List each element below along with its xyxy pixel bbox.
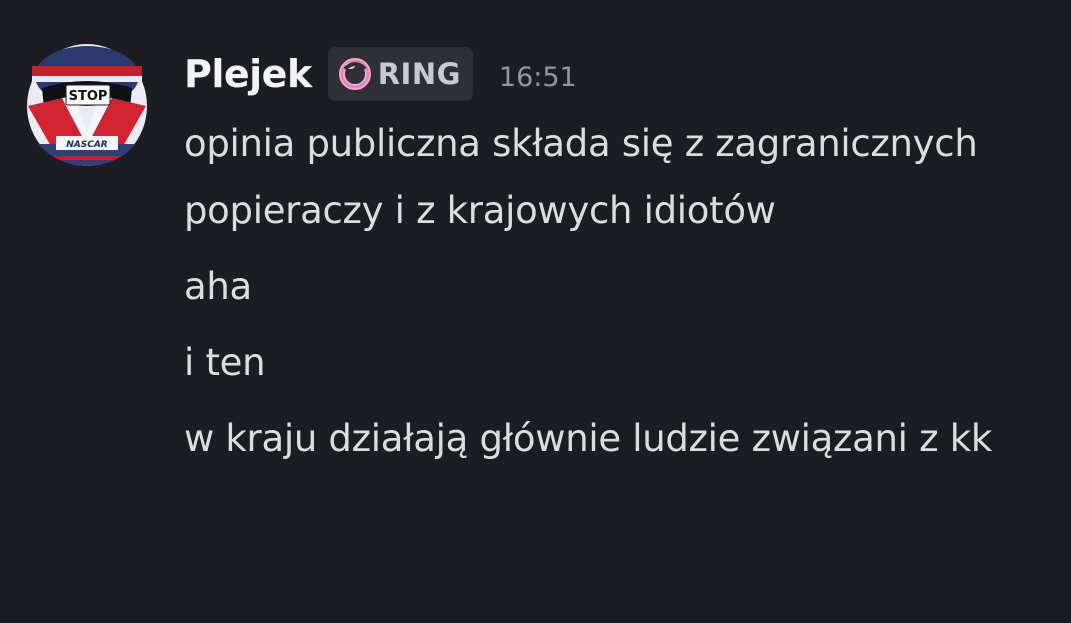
svg-text:STOP: STOP: [69, 89, 108, 104]
user-avatar[interactable]: STOP NASCAR: [22, 36, 152, 166]
message-text[interactable]: w kraju działają głównie ludzie związani…: [184, 405, 1044, 472]
server-tag[interactable]: RING: [327, 47, 473, 101]
svg-text:NASCAR: NASCAR: [66, 140, 108, 150]
message-text[interactable]: opinia publiczna składa się z zagraniczn…: [184, 110, 1044, 244]
username[interactable]: Plejek: [184, 52, 312, 96]
racing-helmet-avatar-icon: STOP NASCAR: [22, 36, 152, 166]
message-text[interactable]: aha: [184, 253, 1044, 320]
message-group: STOP NASCAR Plejek RING 16:51 opinia pub…: [0, 0, 1071, 623]
message-header: Plejek RING 16:51: [184, 46, 577, 102]
message-timestamp[interactable]: 16:51: [499, 56, 577, 93]
server-tag-label: RING: [377, 57, 461, 91]
message-text[interactable]: i ten: [184, 329, 1044, 396]
message-list: opinia publiczna składa się z zagraniczn…: [184, 110, 1044, 481]
pink-ring-icon: [338, 58, 371, 90]
